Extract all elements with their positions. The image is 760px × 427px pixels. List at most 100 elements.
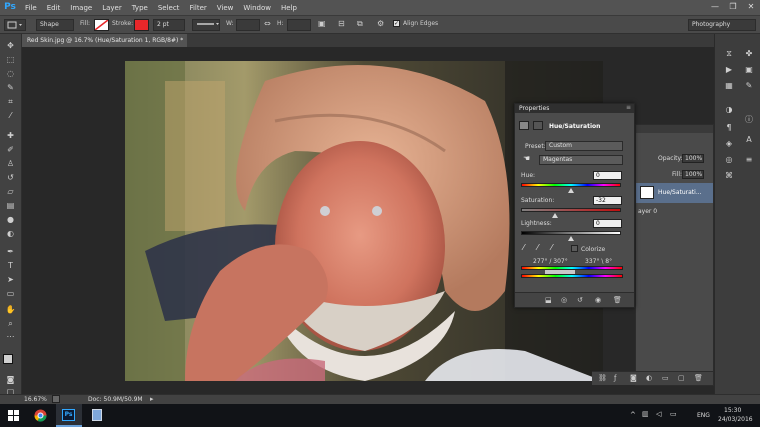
delete-layer-icon[interactable]: 🗑 — [694, 374, 703, 382]
menu-window[interactable]: Window — [238, 4, 276, 12]
character-panel-icon[interactable]: A — [742, 134, 756, 146]
width-field[interactable] — [236, 19, 260, 31]
link-icon[interactable]: ⇔ — [264, 19, 271, 28]
path-operations-icon[interactable]: ▣ — [318, 19, 326, 28]
close-window-button[interactable]: ✕ — [742, 0, 760, 14]
blur-tool-icon[interactable]: ● — [4, 214, 17, 225]
path-arrangement-icon[interactable]: ⧉ — [357, 19, 363, 29]
crop-tool-icon[interactable]: ⌗ — [4, 96, 17, 107]
history-brush-icon[interactable]: ↺ — [4, 172, 17, 183]
marquee-tool-icon[interactable]: ⬚ — [4, 54, 17, 65]
volume-icon[interactable]: ◁ — [656, 410, 661, 418]
layer-style-icon[interactable]: ƒ — [614, 374, 616, 382]
new-layer-icon[interactable]: ▢ — [678, 374, 685, 382]
minimize-button[interactable]: — — [706, 0, 724, 14]
lightness-field[interactable]: 0 — [593, 219, 622, 228]
colorize-checkbox[interactable] — [571, 245, 578, 252]
targeted-adjustment-hand-icon[interactable]: ☚ — [523, 154, 530, 163]
foreground-color-swatch[interactable] — [3, 354, 13, 364]
menu-type[interactable]: Type — [127, 4, 153, 12]
dodge-tool-icon[interactable]: ◐ — [4, 228, 17, 239]
more-tools-icon[interactable]: ⋯ — [4, 331, 17, 342]
stroke-width-field[interactable]: 2 pt — [153, 19, 185, 31]
path-alignment-icon[interactable]: ⊟ — [338, 19, 345, 28]
menu-edit[interactable]: Edit — [42, 4, 66, 12]
align-edges-checkbox[interactable]: ✓ — [393, 20, 400, 27]
brush-tool-icon[interactable]: ✐ — [4, 144, 17, 155]
windows-start-icon[interactable] — [8, 410, 19, 421]
saturation-slider[interactable] — [521, 208, 621, 212]
hue-slider-thumb[interactable] — [568, 188, 574, 193]
menu-filter[interactable]: Filter — [184, 4, 211, 12]
eraser-tool-icon[interactable]: ▱ — [4, 186, 17, 197]
navigator-panel-icon[interactable]: ▣ — [742, 64, 756, 76]
hue-field[interactable]: 0 — [593, 171, 622, 180]
quick-selection-tool-icon[interactable]: ✎ — [4, 82, 17, 93]
layer-row-background[interactable]: ayer 0 — [636, 203, 713, 221]
quick-mask-icon[interactable]: ◙ — [4, 374, 17, 385]
properties-tab[interactable]: Properties — [519, 105, 549, 112]
saturation-slider-thumb[interactable] — [552, 213, 558, 218]
lasso-tool-icon[interactable]: ◌ — [4, 68, 17, 79]
opacity-field[interactable]: 100% — [682, 154, 704, 163]
channels-panel-icon[interactable]: ◎ — [722, 154, 736, 166]
menu-select[interactable]: Select — [153, 4, 185, 12]
preset-select[interactable]: Custom — [545, 141, 623, 151]
layer-row-hue-saturation[interactable]: Hue/Saturati... — [636, 183, 713, 203]
healing-brush-icon[interactable]: ✚ — [4, 130, 17, 141]
channel-select[interactable]: Magentas — [539, 155, 623, 165]
gradient-tool-icon[interactable]: ▤ — [4, 200, 17, 211]
stroke-type-select[interactable] — [192, 19, 220, 31]
type-tool-icon[interactable]: T — [4, 260, 17, 271]
layers-panel-icon[interactable]: ◈ — [722, 138, 736, 150]
status-info-icon[interactable] — [52, 395, 60, 403]
file-explorer-icon[interactable] — [92, 409, 102, 421]
menu-file[interactable]: File — [20, 4, 42, 12]
language-indicator[interactable]: ENG — [697, 412, 710, 419]
delete-adjustment-icon[interactable]: 🗑 — [613, 296, 622, 304]
lightness-slider[interactable] — [521, 231, 621, 235]
properties-panel-icon[interactable]: ≡ — [742, 154, 756, 166]
clip-to-layer-icon[interactable]: ⬓ — [545, 296, 552, 304]
paths-panel-icon[interactable]: ⌘ — [722, 170, 736, 182]
paragraph-panel-icon[interactable]: ¶ — [722, 122, 736, 134]
eyedropper-icon[interactable]: ⁄ — [523, 243, 524, 252]
menu-layer[interactable]: Layer — [97, 4, 127, 12]
group-icon[interactable]: ▭ — [662, 374, 669, 382]
path-selection-icon[interactable]: ➤ — [4, 274, 17, 285]
document-tab[interactable]: Red Skin.jpg @ 16.7% (Hue/Saturation 1, … — [22, 34, 187, 57]
clone-stamp-icon[interactable]: ♙ — [4, 158, 17, 169]
view-previous-icon[interactable]: ◎ — [561, 296, 567, 304]
rectangle-tool-icon[interactable]: ▭ — [4, 288, 17, 299]
swatches-panel-icon[interactable]: ▦ — [722, 80, 736, 92]
hue-slider[interactable] — [521, 183, 621, 187]
link-layers-icon[interactable]: ⛓ — [598, 374, 607, 382]
eyedropper-minus-icon[interactable]: ⁄ — [551, 243, 552, 252]
workspace-select[interactable]: Photography — [688, 19, 756, 31]
mask-icon[interactable] — [533, 121, 543, 130]
fill-field[interactable]: 100% — [682, 170, 704, 179]
history-panel-icon[interactable]: ⧖ — [722, 48, 736, 60]
clock-time[interactable]: 15:30 — [724, 407, 741, 414]
zoom-level[interactable]: 16.67% — [24, 396, 47, 403]
fill-swatch[interactable] — [94, 19, 109, 31]
saturation-field[interactable]: -32 — [593, 196, 622, 205]
panel-menu-icon[interactable]: ≡ — [626, 104, 631, 111]
pen-tool-icon[interactable]: ✒ — [4, 246, 17, 257]
shape-mode-select[interactable]: Shape — [36, 19, 74, 31]
stroke-swatch[interactable] — [134, 19, 149, 31]
move-tool-icon[interactable]: ✥ — [4, 40, 17, 51]
chrome-icon[interactable] — [34, 409, 47, 422]
menu-help[interactable]: Help — [276, 4, 302, 12]
clock-date[interactable]: 24/03/2016 — [718, 416, 753, 423]
system-tray-arrow-icon[interactable]: ^ — [630, 411, 636, 419]
gear-icon[interactable]: ⚙ — [377, 19, 384, 28]
lightness-slider-thumb[interactable] — [568, 236, 574, 241]
status-menu-arrow-icon[interactable]: ▸ — [150, 395, 154, 403]
maximize-button[interactable]: ❐ — [724, 0, 742, 14]
hand-tool-icon[interactable]: ✋ — [4, 304, 17, 315]
tool-preset-picker[interactable] — [4, 19, 26, 31]
menu-image[interactable]: Image — [65, 4, 97, 12]
styles-panel-icon[interactable]: ✤ — [742, 48, 756, 60]
zoom-tool-icon[interactable]: ⌕ — [4, 318, 17, 329]
